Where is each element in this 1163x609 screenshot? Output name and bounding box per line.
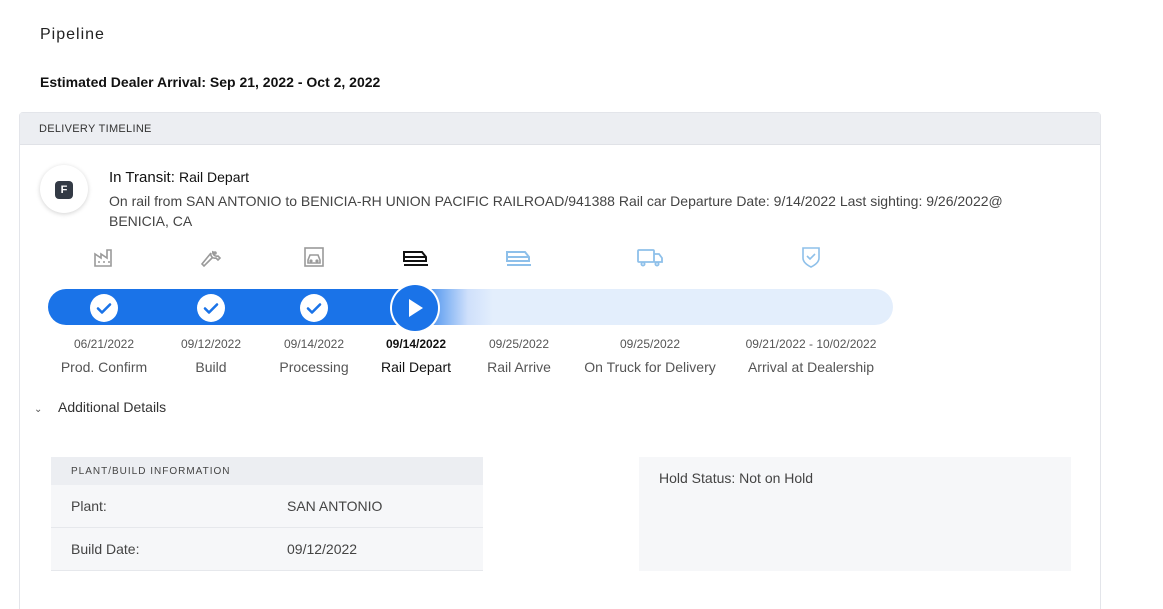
progress-track [48, 289, 893, 325]
check-icon [197, 294, 225, 322]
train-icon [505, 245, 531, 273]
hold-status-panel: Hold Status: Not on Hold [639, 457, 1071, 571]
delivery-timeline-card: DELIVERY TIMELINE F In Transit: Rail Dep… [19, 112, 1101, 609]
check-icon [300, 294, 328, 322]
check-icon [90, 294, 118, 322]
status-title: In Transit: Rail Depart [109, 169, 249, 186]
progress-timeline: 06/21/2022 Prod. Confirm 09/12/2022 Build 09… [20, 243, 1100, 383]
hold-status: Hold Status: Not on Hold [659, 470, 814, 486]
chevron-down-icon: ⌄ [34, 404, 43, 415]
build-date-value: 09/12/2022 [287, 541, 358, 557]
additional-details-label: Additional Details [58, 399, 167, 415]
page-title: Pipeline [40, 26, 105, 43]
build-date-key: Build Date: [71, 541, 140, 557]
estimated-arrival: Estimated Dealer Arrival: Sep 21, 2022 -… [40, 74, 381, 90]
build-date-row: Build Date: 09/12/2022 [51, 528, 483, 571]
truck-icon [636, 245, 663, 273]
plant-value: SAN ANTONIO [287, 498, 383, 514]
brand-avatar: F [40, 165, 88, 213]
wrench-icon [199, 245, 223, 273]
factory-icon [92, 245, 116, 273]
card-header: DELIVERY TIMELINE [20, 113, 1100, 145]
step-date: 09/21/2022 - 10/02/2022 [745, 337, 877, 351]
brand-logo-icon: F [55, 181, 73, 199]
step-label: Arrival at Dealership [747, 359, 875, 375]
train-icon [402, 245, 428, 273]
status-prefix: In Transit: [109, 169, 180, 186]
play-icon [392, 285, 438, 331]
additional-details-toggle[interactable]: ⌄ Additional Details [34, 399, 166, 415]
plant-row: Plant: SAN ANTONIO [51, 485, 483, 528]
shield-check-icon [799, 245, 823, 273]
plant-build-panel: PLANT/BUILD INFORMATION Plant: SAN ANTON… [51, 457, 483, 571]
car-icon [302, 245, 326, 273]
status-sub: Rail Depart [179, 169, 250, 185]
plant-key: Plant: [71, 498, 107, 514]
status-description: On rail from SAN ANTONIO to BENICIA-RH U… [109, 193, 1003, 229]
plant-build-header: PLANT/BUILD INFORMATION [51, 457, 483, 485]
